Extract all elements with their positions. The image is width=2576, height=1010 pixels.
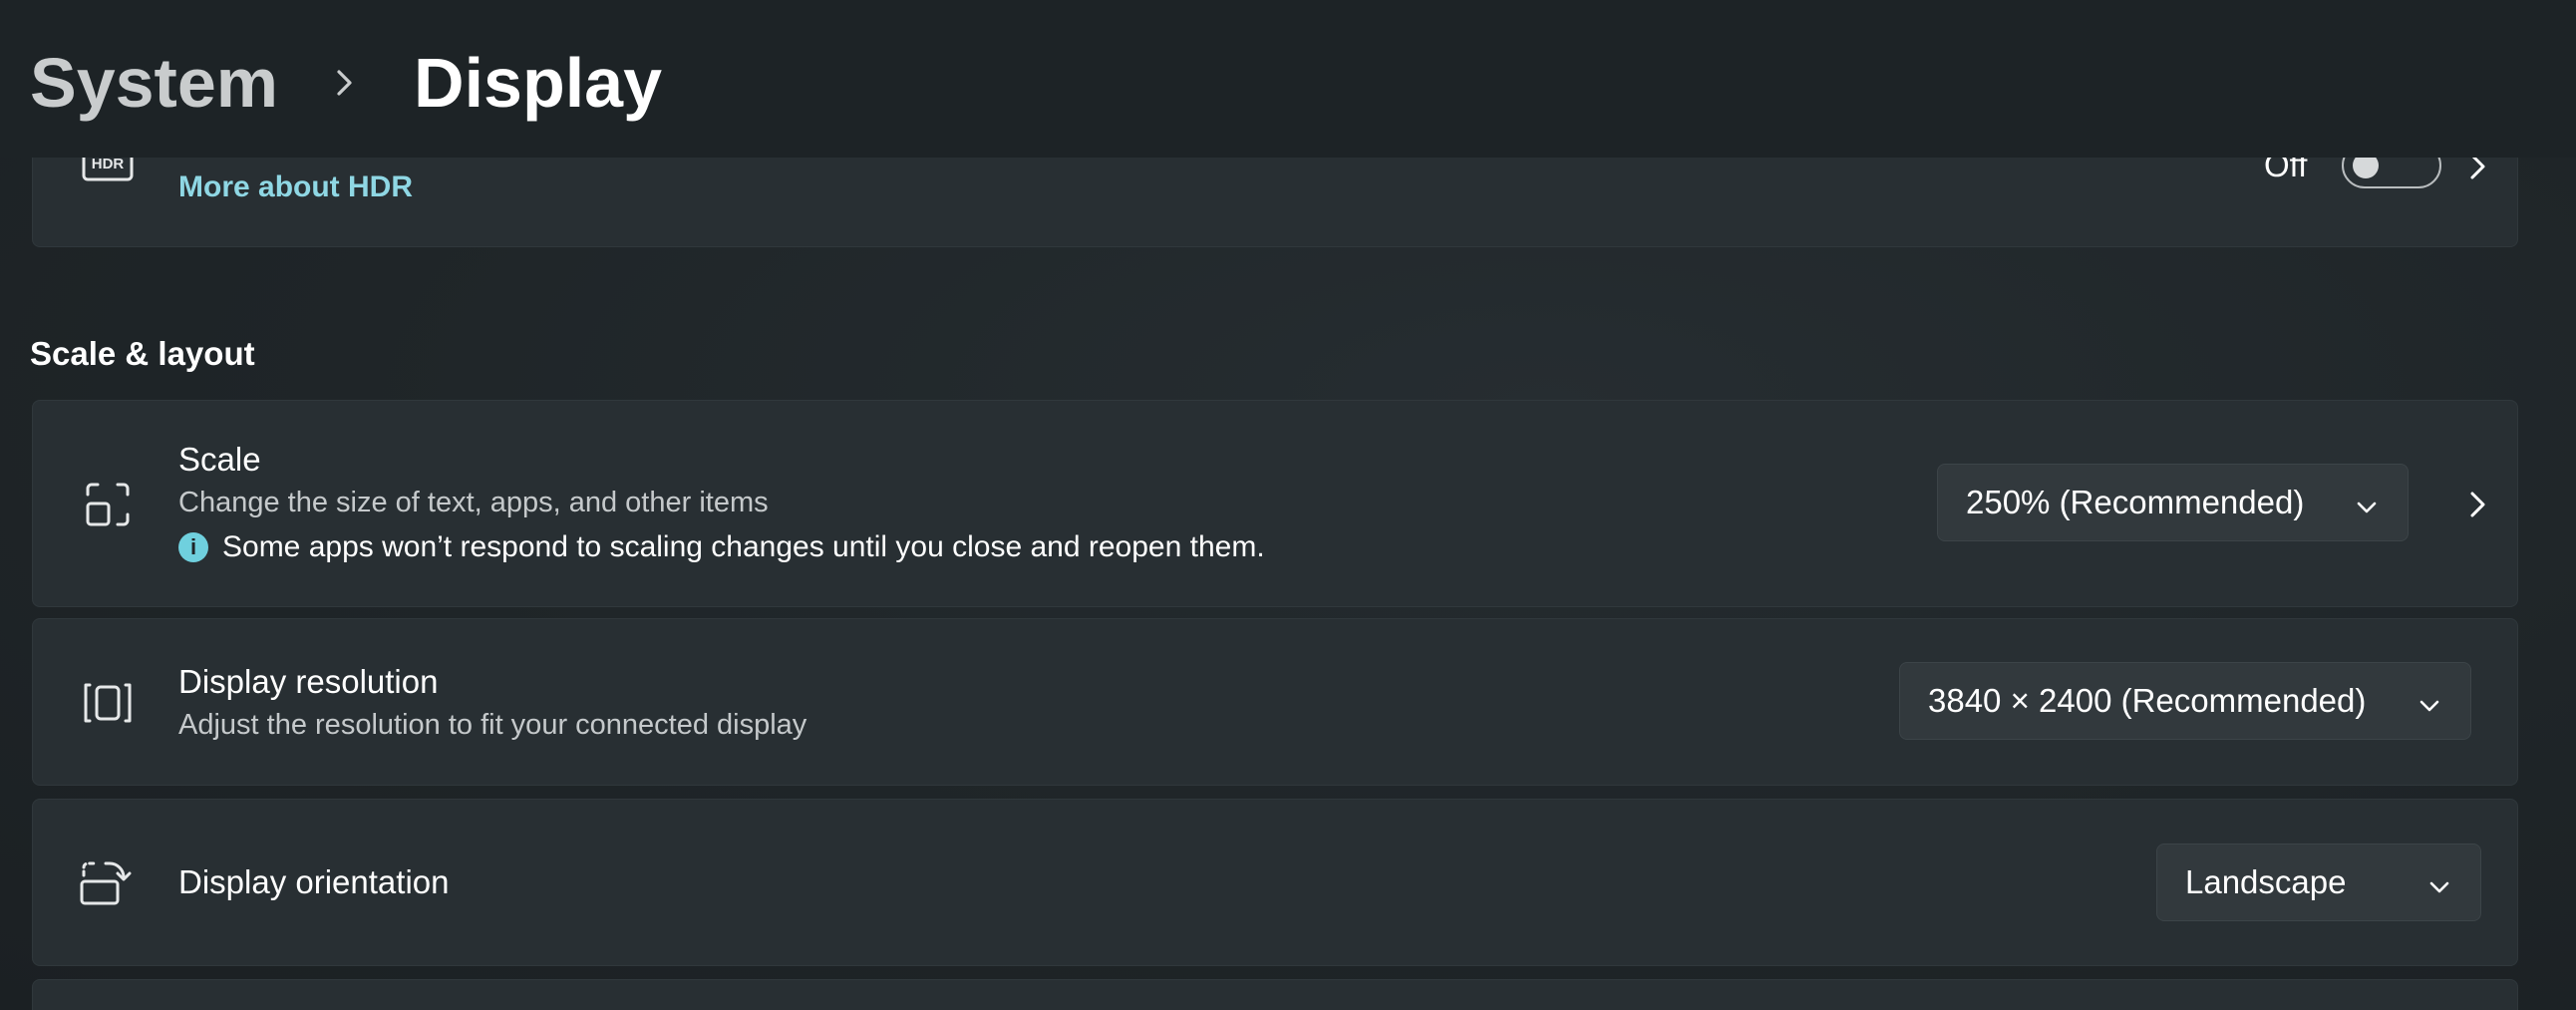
display-resolution-dropdown[interactable]: 3840 × 2400 (Recommended) <box>1899 662 2471 740</box>
display-orientation-dropdown[interactable]: Landscape <box>2156 843 2481 921</box>
display-orientation-title: Display orientation <box>178 863 450 900</box>
scale-icon <box>78 475 138 534</box>
scale-card[interactable]: Scale Change the size of text, apps, and… <box>32 400 2518 607</box>
display-resolution-title: Display resolution <box>178 663 439 700</box>
display-orientation-card[interactable]: Display orientation Landscape <box>32 799 2518 966</box>
scale-subtitle: Change the size of text, apps, and other… <box>178 487 769 518</box>
scale-note-text: Some apps won’t respond to scaling chang… <box>222 530 1265 563</box>
chevron-down-icon <box>2416 689 2442 715</box>
scale-dropdown[interactable]: 250% (Recommended) <box>1937 464 2409 541</box>
display-orientation-value: Landscape <box>2185 863 2347 900</box>
page-header: System Display <box>0 0 2576 158</box>
breadcrumb-system[interactable]: System <box>30 43 278 123</box>
section-heading-scale-layout: Scale & layout <box>30 335 255 372</box>
display-resolution-subtitle: Adjust the resolution to fit your connec… <box>178 709 807 741</box>
scale-dropdown-value: 250% (Recommended) <box>1966 484 2305 520</box>
orientation-icon <box>78 853 138 913</box>
chevron-down-icon <box>2426 870 2452 896</box>
resolution-icon <box>78 673 138 733</box>
display-resolution-value: 3840 × 2400 (Recommended) <box>1928 682 2367 719</box>
next-settings-card[interactable] <box>32 979 2518 1010</box>
info-icon: i <box>178 532 208 562</box>
svg-text:HDR: HDR <box>92 156 125 172</box>
scale-note: i Some apps won’t respond to scaling cha… <box>178 530 1265 564</box>
settings-page: HDR More about HDR Off System Display Sc… <box>0 0 2576 1010</box>
breadcrumb: System Display <box>30 38 662 128</box>
chevron-right-icon[interactable] <box>2457 485 2497 524</box>
page-title: Display <box>414 44 663 122</box>
scale-title: Scale <box>178 441 261 478</box>
breadcrumb-chevron-icon <box>314 53 374 113</box>
more-about-hdr-link[interactable]: More about HDR <box>178 170 413 204</box>
display-resolution-card[interactable]: Display resolution Adjust the resolution… <box>32 618 2518 786</box>
chevron-down-icon <box>2354 491 2380 516</box>
